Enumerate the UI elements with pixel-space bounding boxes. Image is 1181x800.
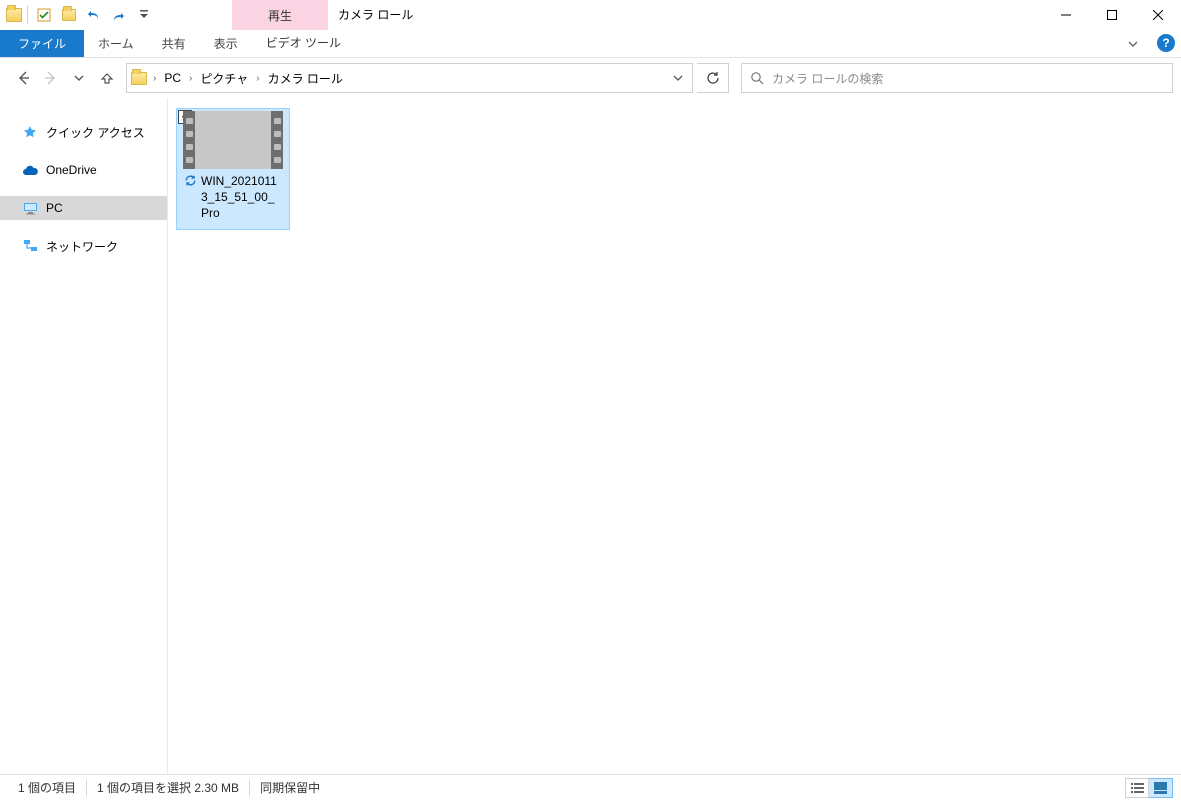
network-icon bbox=[22, 238, 38, 254]
tab-file-label: ファイル bbox=[18, 35, 66, 52]
grid-view-icon bbox=[1154, 782, 1167, 794]
qat-redo-button[interactable] bbox=[108, 4, 130, 26]
app-folder-icon bbox=[6, 8, 22, 22]
status-bar: 1 個の項目 1 個の項目を選択 2.30 MB 同期保留中 bbox=[0, 774, 1181, 800]
contextual-tab-title: 再生 bbox=[268, 7, 292, 24]
tab-view[interactable]: 表示 bbox=[200, 30, 252, 57]
window-title: カメラ ロール bbox=[338, 6, 413, 23]
arrow-right-icon bbox=[43, 70, 59, 86]
address-bar[interactable]: › PC › ピクチャ › カメラ ロール bbox=[126, 63, 693, 93]
status-selection: 1 個の項目を選択 2.30 MB bbox=[87, 779, 249, 796]
breadcrumb-separator[interactable]: › bbox=[151, 73, 158, 84]
ribbon-collapse-button[interactable] bbox=[1121, 30, 1145, 58]
file-item[interactable]: ✓ WIN_20210113_15_51_ bbox=[176, 108, 290, 230]
view-large-icons-button[interactable] bbox=[1149, 778, 1173, 798]
breadcrumb-label: PC bbox=[164, 71, 181, 85]
breadcrumb-pc[interactable]: PC bbox=[160, 64, 185, 92]
breadcrumb-separator[interactable]: › bbox=[254, 73, 261, 84]
nav-network[interactable]: ネットワーク bbox=[0, 234, 167, 258]
nav-pc[interactable]: PC bbox=[0, 196, 167, 220]
tab-file[interactable]: ファイル bbox=[0, 30, 84, 57]
chevron-down-icon bbox=[74, 73, 84, 83]
breadcrumb-separator[interactable]: › bbox=[187, 73, 194, 84]
sync-pending-icon bbox=[184, 174, 197, 222]
chevron-down-icon bbox=[673, 73, 683, 83]
breadcrumb-label: ピクチャ bbox=[200, 70, 248, 87]
up-button[interactable] bbox=[96, 67, 118, 89]
maximize-icon bbox=[1107, 10, 1117, 20]
nav-onedrive[interactable]: OneDrive bbox=[0, 158, 167, 182]
search-placeholder: カメラ ロールの検索 bbox=[772, 70, 883, 87]
arrow-left-icon bbox=[15, 70, 31, 86]
breadcrumb-label: カメラ ロール bbox=[268, 70, 343, 87]
minimize-icon bbox=[1061, 10, 1071, 20]
list-view-icon bbox=[1131, 782, 1144, 794]
pc-icon bbox=[22, 200, 38, 216]
forward-button[interactable] bbox=[40, 67, 62, 89]
nav-item-label: クイック アクセス bbox=[46, 124, 145, 141]
window-controls bbox=[1043, 0, 1181, 30]
folder-icon bbox=[131, 72, 147, 85]
film-strip-icon bbox=[183, 111, 195, 169]
view-details-button[interactable] bbox=[1125, 778, 1149, 798]
minimize-button[interactable] bbox=[1043, 0, 1089, 30]
navigation-row: › PC › ピクチャ › カメラ ロール カメラ ロールの検索 bbox=[0, 58, 1181, 98]
tab-share[interactable]: 共有 bbox=[148, 30, 200, 57]
nav-quick-access[interactable]: クイック アクセス bbox=[0, 120, 167, 144]
file-name-label: WIN_20210113_15_51_00_Pro bbox=[201, 173, 282, 222]
status-sync: 同期保留中 bbox=[250, 779, 330, 796]
search-box[interactable]: カメラ ロールの検索 bbox=[741, 63, 1173, 93]
arrow-up-icon bbox=[100, 71, 114, 85]
close-icon bbox=[1153, 10, 1163, 20]
qat-undo-button[interactable] bbox=[83, 4, 105, 26]
tab-label: 共有 bbox=[162, 35, 186, 52]
tab-label: 表示 bbox=[214, 35, 238, 52]
video-thumbnail bbox=[183, 111, 283, 169]
nav-item-label: PC bbox=[46, 201, 63, 215]
back-button[interactable] bbox=[12, 67, 34, 89]
title-bar: 再生 カメラ ロール bbox=[0, 0, 1181, 30]
qat-separator bbox=[27, 6, 28, 24]
undo-icon bbox=[86, 8, 102, 22]
tab-home[interactable]: ホーム bbox=[84, 30, 148, 57]
star-icon bbox=[22, 124, 38, 140]
maximize-button[interactable] bbox=[1089, 0, 1135, 30]
refresh-icon bbox=[706, 71, 720, 85]
content-area[interactable]: ✓ WIN_20210113_15_51_ bbox=[168, 98, 1181, 774]
tab-label: ホーム bbox=[98, 35, 134, 52]
redo-icon bbox=[111, 8, 127, 22]
nav-item-label: OneDrive bbox=[46, 163, 97, 177]
quick-access-toolbar bbox=[0, 0, 161, 30]
qat-customize-dropdown[interactable] bbox=[133, 4, 155, 26]
chevron-down-icon bbox=[1127, 38, 1139, 50]
navigation-arrows bbox=[8, 67, 122, 89]
recent-locations-button[interactable] bbox=[68, 67, 90, 89]
qat-new-folder-button[interactable] bbox=[58, 4, 80, 26]
breadcrumb-pictures[interactable]: ピクチャ bbox=[196, 64, 252, 92]
qat-properties-button[interactable] bbox=[33, 4, 55, 26]
nav-item-label: ネットワーク bbox=[46, 238, 118, 255]
status-item-count: 1 個の項目 bbox=[8, 779, 86, 796]
close-button[interactable] bbox=[1135, 0, 1181, 30]
checkbox-icon bbox=[37, 8, 51, 22]
contextual-tab-header: 再生 bbox=[232, 0, 328, 30]
folder-icon bbox=[62, 9, 76, 21]
refresh-button[interactable] bbox=[697, 63, 729, 93]
tab-label: ビデオ ツール bbox=[266, 34, 341, 51]
breadcrumb-cameraroll[interactable]: カメラ ロール bbox=[264, 64, 347, 92]
ribbon-tabs: ファイル ホーム 共有 表示 ビデオ ツール ? bbox=[0, 30, 1181, 58]
help-button[interactable]: ? bbox=[1157, 34, 1175, 52]
tab-video-tools[interactable]: ビデオ ツール bbox=[252, 30, 355, 57]
film-strip-icon bbox=[271, 111, 283, 169]
search-icon bbox=[750, 71, 764, 85]
navigation-pane: クイック アクセス OneDrive PC ネットワーク bbox=[0, 98, 168, 774]
chevron-down-icon bbox=[139, 9, 149, 21]
body: クイック アクセス OneDrive PC ネットワーク ✓ bbox=[0, 98, 1181, 774]
address-history-dropdown[interactable] bbox=[666, 64, 688, 92]
cloud-icon bbox=[22, 162, 38, 178]
